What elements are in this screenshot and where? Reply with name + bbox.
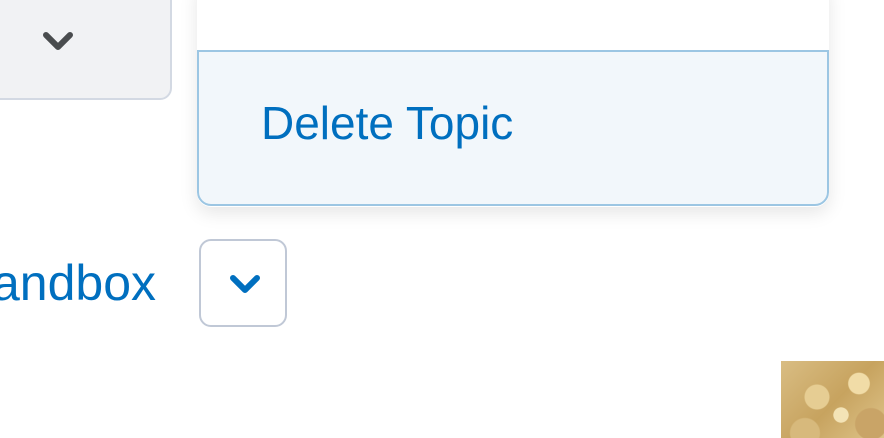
forum-title-link[interactable]: andbox bbox=[0, 258, 156, 308]
delete-topic-label: Delete Topic bbox=[261, 97, 514, 149]
image-thumbnail bbox=[781, 361, 884, 438]
page: Delete Topic andbox bbox=[0, 0, 884, 438]
delete-topic-menu-item[interactable]: Delete Topic bbox=[197, 50, 829, 206]
chevron-down-icon bbox=[43, 32, 73, 50]
chevron-down-icon bbox=[230, 275, 260, 293]
topic-dropdown-menu: Delete Topic bbox=[197, 0, 829, 207]
topic-options-button[interactable] bbox=[0, 0, 172, 100]
menu-item[interactable] bbox=[197, 0, 829, 50]
forum-actions-button[interactable] bbox=[199, 239, 287, 327]
